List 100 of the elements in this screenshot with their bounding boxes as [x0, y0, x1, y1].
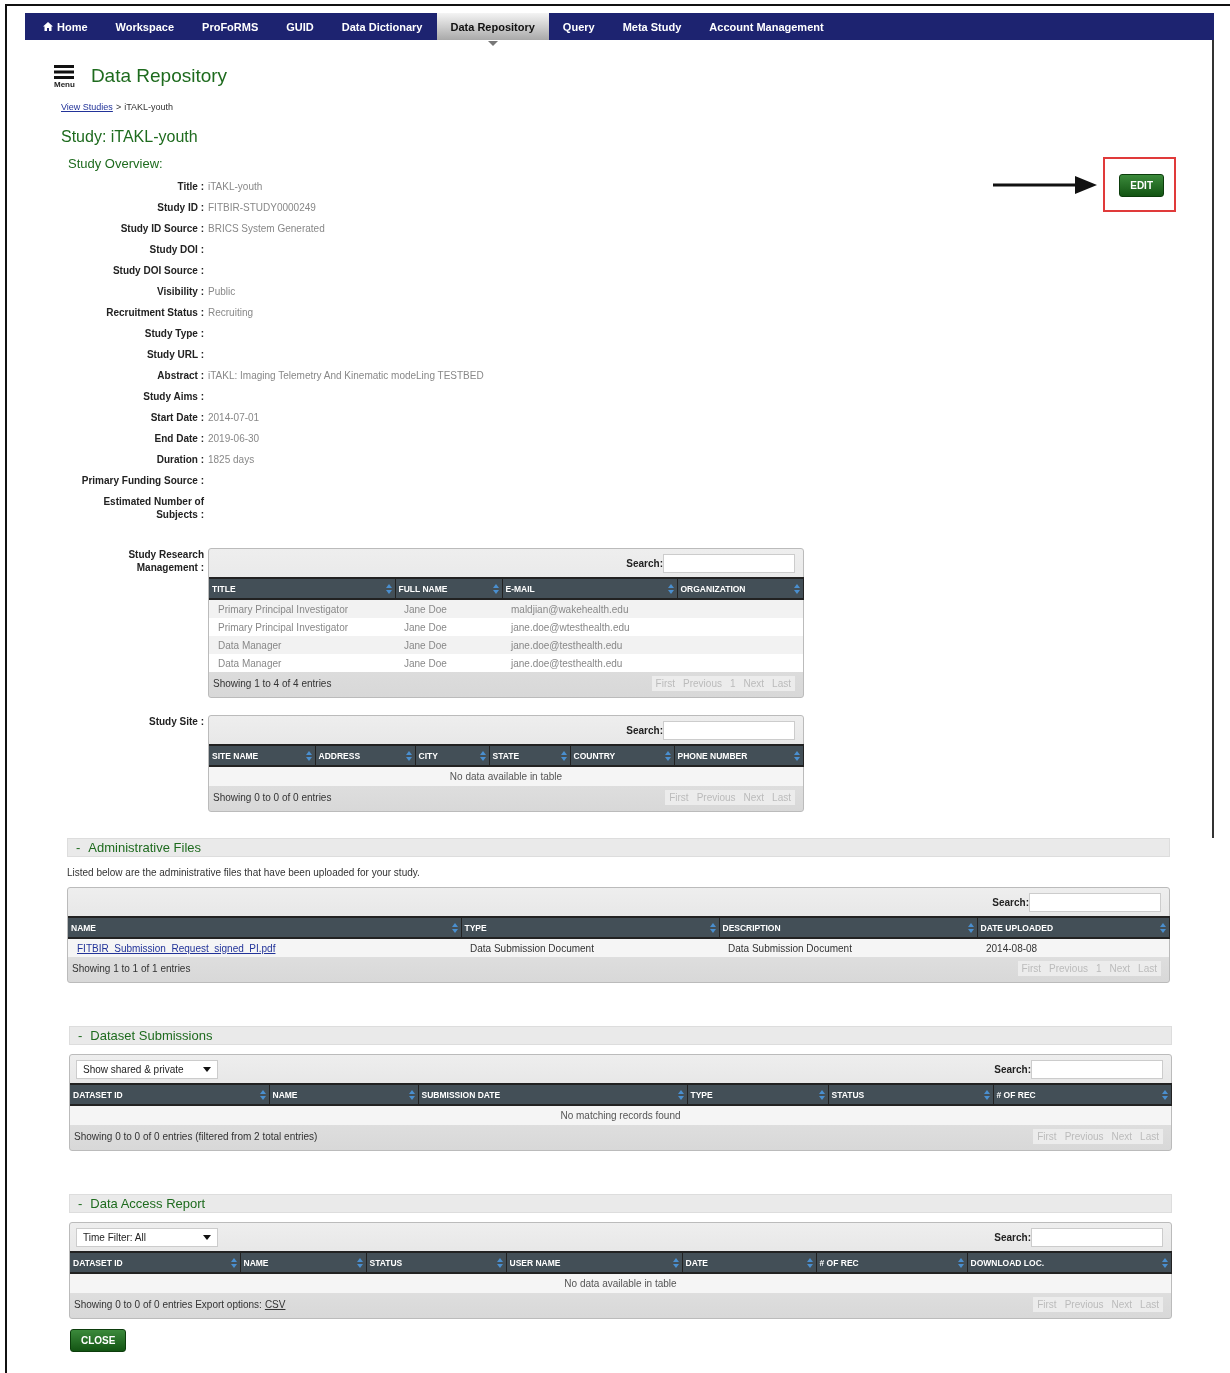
nav-tab[interactable]: Meta Study [608, 13, 696, 40]
column-header[interactable]: PHONE NUMBER [674, 745, 803, 766]
column-header[interactable]: NAME [269, 1084, 418, 1105]
nav-tab[interactable]: Data Dictionary [327, 13, 437, 40]
column-header[interactable]: NAME [240, 1252, 366, 1273]
nav-tab[interactable]: Query [548, 13, 609, 40]
sort-icon[interactable] [356, 1257, 363, 1268]
sort-icon[interactable] [259, 1089, 266, 1100]
search-field[interactable] [663, 721, 795, 740]
sort-icon[interactable] [1161, 1257, 1168, 1268]
column-header[interactable]: # OF REC [993, 1084, 1171, 1105]
column-header[interactable]: TITLE [209, 578, 395, 599]
menu-button[interactable]: Menu [54, 65, 75, 89]
sort-icon[interactable] [793, 583, 800, 594]
filter-dropdown[interactable]: Show shared & private [76, 1060, 218, 1079]
sort-icon[interactable] [385, 583, 392, 594]
caret-icon [203, 1067, 211, 1072]
nav-tab[interactable]: ProFoRMS [188, 13, 273, 40]
section-header[interactable]: - Dataset Submissions [69, 1026, 1172, 1045]
column-header[interactable]: TYPE [687, 1084, 828, 1105]
field-label: Study Research Management : [127, 548, 204, 575]
sort-icon[interactable] [667, 583, 674, 594]
field-label: Recruitment Status : [105, 306, 204, 319]
column-header[interactable]: FULL NAME [395, 578, 502, 599]
field-value: iTAKL: Imaging Telemetry And Kinematic modeLing TESTBED [208, 369, 484, 382]
edit-button[interactable]: EDIT [1119, 174, 1164, 197]
column-header[interactable]: ORGANIZATION [677, 578, 803, 599]
sort-icon[interactable] [806, 1257, 813, 1268]
table-cell: jane.doe@testhealth.edu [502, 636, 677, 654]
column-header[interactable]: STATUS [828, 1084, 993, 1105]
column-header[interactable]: STATE [489, 745, 570, 766]
sort-icon[interactable] [677, 1089, 684, 1100]
table-cell: Jane Doe [395, 618, 502, 636]
table-cell: Primary Principal Investigator [209, 618, 395, 636]
search-label: Search: [994, 1064, 1031, 1075]
nav-tab[interactable]: Account Management [695, 13, 838, 40]
sort-icon[interactable] [479, 750, 486, 761]
section-header[interactable]: - Administrative Files [67, 838, 1170, 857]
sort-icon[interactable] [492, 583, 499, 594]
sort-icon[interactable] [983, 1089, 990, 1100]
column-header[interactable]: # OF REC [816, 1252, 967, 1273]
search-field[interactable] [663, 554, 795, 573]
sort-icon[interactable] [1159, 922, 1166, 933]
column-header[interactable]: E-MAIL [502, 578, 677, 599]
nav-tab[interactable]: GUID [272, 13, 328, 40]
column-header[interactable]: CITY [415, 745, 489, 766]
search-label: Search: [992, 897, 1029, 908]
sort-icon[interactable] [664, 750, 671, 761]
collapse-toggle[interactable]: - [78, 1028, 83, 1043]
column-header[interactable]: COUNTRY [570, 745, 674, 766]
sort-icon[interactable] [405, 750, 412, 761]
sort-icon[interactable] [967, 922, 974, 933]
filter-dropdown[interactable]: Time Filter: All [76, 1228, 218, 1247]
column-header[interactable]: USER NAME [506, 1252, 682, 1273]
collapse-toggle[interactable]: - [76, 840, 81, 855]
column-header[interactable]: SITE NAME [209, 745, 315, 766]
column-header[interactable]: DOWNLOAD LOC. [967, 1252, 1171, 1273]
sort-icon[interactable] [709, 922, 716, 933]
sort-icon[interactable] [793, 750, 800, 761]
breadcrumb-link[interactable]: View Studies [61, 102, 113, 112]
search-field[interactable] [1029, 893, 1161, 912]
nav-tab[interactable]: Workspace [101, 13, 189, 40]
collapse-toggle[interactable]: - [78, 1196, 83, 1211]
field-label: Title : [176, 180, 204, 193]
field-label: Study ID : [156, 201, 204, 214]
field-label: Study ID Source : [119, 222, 204, 235]
search-field[interactable] [1031, 1060, 1163, 1079]
column-header[interactable]: DESCRIPTION [719, 917, 977, 938]
close-button[interactable]: CLOSE [70, 1329, 127, 1352]
sort-icon[interactable] [957, 1257, 964, 1268]
column-header[interactable]: DATE UPLOADED [977, 917, 1169, 938]
sort-icon[interactable] [305, 750, 312, 761]
column-header[interactable]: STATUS [366, 1252, 506, 1273]
sort-icon[interactable] [818, 1089, 825, 1100]
sort-icon[interactable] [672, 1257, 679, 1268]
field-label: Abstract : [156, 369, 204, 382]
column-header[interactable]: ADDRESS [315, 745, 415, 766]
sort-icon[interactable] [451, 922, 458, 933]
search-field[interactable] [1031, 1228, 1163, 1247]
section-title: Data Access Report [90, 1196, 206, 1211]
column-header[interactable]: SUBMISSION DATE [418, 1084, 687, 1105]
sort-icon[interactable] [1161, 1089, 1168, 1100]
column-header[interactable]: DATE [682, 1252, 816, 1273]
nav-tab[interactable]: Home [29, 13, 102, 40]
column-header[interactable]: TYPE [461, 917, 719, 938]
field-value: 1825 days [208, 453, 255, 466]
sort-icon[interactable] [560, 750, 567, 761]
section-header[interactable]: - Data Access Report [69, 1194, 1172, 1213]
csv-link[interactable]: CSV [264, 1299, 286, 1310]
column-header[interactable]: DATASET ID [70, 1252, 240, 1273]
field-value: iTAKL-youth [208, 180, 263, 193]
column-header[interactable]: NAME [68, 917, 461, 938]
page-title: Data Repository [90, 65, 228, 87]
sort-icon[interactable] [496, 1257, 503, 1268]
field-value: 2014-07-01 [208, 411, 260, 424]
section-description: Listed below are the administrative files that have been uploaded for your study. [67, 867, 421, 878]
column-header[interactable]: DATASET ID [70, 1084, 269, 1105]
field-label: Primary Funding Source : [80, 474, 204, 487]
sort-icon[interactable] [230, 1257, 237, 1268]
sort-icon[interactable] [408, 1089, 415, 1100]
